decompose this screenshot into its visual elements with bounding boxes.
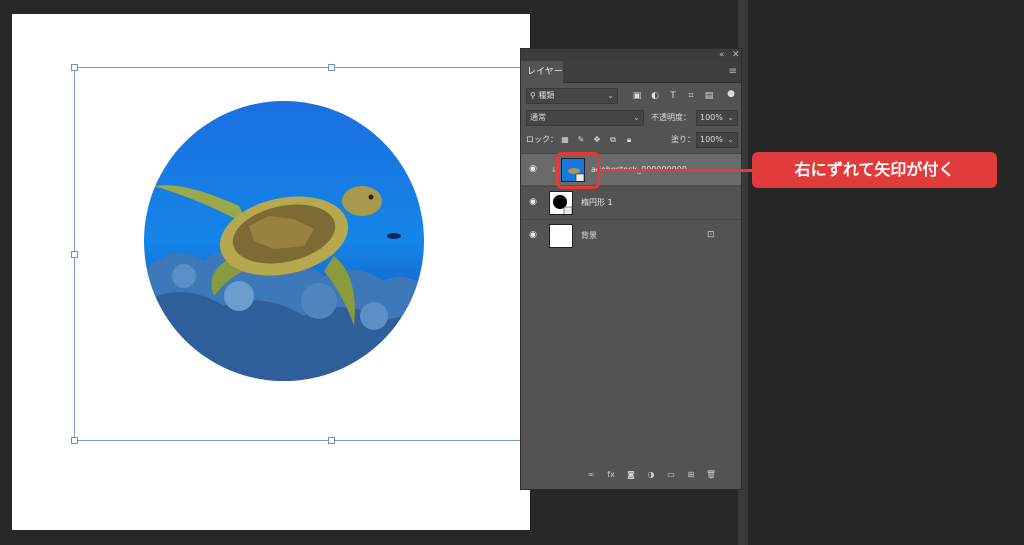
hamburger-menu-icon[interactable]: ≡ — [729, 67, 737, 77]
chevron-down-icon: ⌄ — [727, 113, 734, 122]
layer-name[interactable]: 背景 — [581, 231, 597, 241]
opacity-value: 100% — [700, 113, 723, 122]
opacity-field[interactable]: 100% ⌄ — [696, 110, 738, 126]
filter-toggle-icon[interactable]: ● — [725, 88, 737, 100]
callout-label: 右にずれて矢印が付く — [752, 152, 997, 188]
layer-thumbnail — [549, 191, 573, 215]
highlight-box — [556, 152, 600, 189]
link-layers-icon[interactable]: ∞ — [585, 469, 597, 481]
transform-handle[interactable] — [328, 64, 335, 71]
fill-label: 塗り： — [671, 135, 695, 144]
close-icon[interactable]: ✕ — [732, 49, 740, 61]
layers-panel: « ✕ レイヤー ≡ ⚲ 種類 ⌄ ▣ ◐ T ⌗ ▤ ● 通常 ⌄ 不透明度：… — [520, 48, 742, 490]
fx-icon[interactable]: fx — [605, 469, 617, 481]
trash-icon[interactable]: 🗑︎ — [705, 469, 717, 481]
document-canvas[interactable] — [12, 14, 534, 530]
chevron-down-icon: ⌄ — [727, 135, 734, 144]
layer-row-background[interactable]: ◉ 背景 ⊡ — [521, 219, 741, 251]
transform-handle[interactable] — [71, 437, 78, 444]
eye-icon[interactable]: ◉ — [527, 197, 539, 207]
eye-icon[interactable]: ◉ — [527, 230, 539, 240]
blend-mode-select[interactable]: 通常 ⌄ — [526, 110, 644, 126]
layer-row-ellipse[interactable]: ◉ 楕円形 1 — [521, 186, 741, 218]
lock-icon: ⊡ — [707, 230, 715, 240]
filter-row: ⚲ 種類 ⌄ ▣ ◐ T ⌗ ▤ ● — [521, 87, 741, 105]
lock-artboard-icon[interactable]: ⧉ — [607, 134, 619, 146]
lock-label: ロック： — [526, 135, 558, 144]
callout-connector-line — [600, 169, 753, 172]
fill-value: 100% — [700, 135, 723, 144]
fill-field[interactable]: 100% ⌄ — [696, 132, 738, 148]
lock-all-icon[interactable]: 🔒︎ — [623, 134, 635, 146]
panel-title-bar[interactable]: « ✕ — [521, 49, 741, 61]
layer-thumbnail — [549, 224, 573, 248]
adjustment-layer-icon[interactable]: ◑ — [645, 469, 657, 481]
smart-object-filter-icon[interactable]: ▤ — [703, 90, 715, 102]
eye-icon[interactable]: ◉ — [527, 164, 539, 174]
new-layer-icon[interactable]: ⊞ — [685, 469, 697, 481]
folder-icon[interactable]: ▭ — [665, 469, 677, 481]
blend-mode-label: 通常 — [530, 113, 546, 122]
opacity-label: 不透明度： — [651, 113, 691, 122]
panel-footer: ∞ fx ◙ ◑ ▭ ⊞ 🗑︎ — [521, 467, 741, 483]
panel-tab-bar: レイヤー ≡ — [521, 61, 741, 83]
tab-layers[interactable]: レイヤー — [521, 61, 563, 83]
filter-kind-select[interactable]: ⚲ 種類 ⌄ — [526, 88, 618, 104]
filter-kind-label: 種類 — [538, 91, 555, 100]
lock-transparent-pixels-icon[interactable]: ▦ — [559, 134, 571, 146]
add-mask-icon[interactable]: ◙ — [625, 469, 637, 481]
type-filter-icon[interactable]: T — [667, 90, 679, 102]
lock-position-icon[interactable]: ✥ — [591, 134, 603, 146]
lock-row: ロック： ▦ ✎ ✥ ⧉ 🔒︎ 塗り： 100% ⌄ — [521, 131, 741, 149]
chevron-down-icon: ⌄ — [633, 113, 640, 122]
shape-filter-icon[interactable]: ⌗ — [685, 90, 697, 102]
transform-handle[interactable] — [328, 437, 335, 444]
transform-handle[interactable] — [71, 251, 78, 258]
transform-bounding-box[interactable] — [71, 64, 534, 444]
adjustment-filter-icon[interactable]: ◐ — [649, 90, 661, 102]
blend-row: 通常 ⌄ 不透明度： 100% ⌄ — [521, 109, 741, 127]
double-chevron-icon[interactable]: « — [719, 49, 725, 61]
chevron-down-icon: ⌄ — [607, 91, 614, 100]
ellipse-shape-thumbnail-icon — [550, 192, 572, 214]
lock-image-pixels-icon[interactable]: ✎ — [575, 134, 587, 146]
layer-name[interactable]: 楕円形 1 — [581, 198, 613, 208]
transform-handle[interactable] — [71, 64, 78, 71]
right-workspace — [748, 0, 1024, 545]
image-filter-icon[interactable]: ▣ — [631, 90, 643, 102]
